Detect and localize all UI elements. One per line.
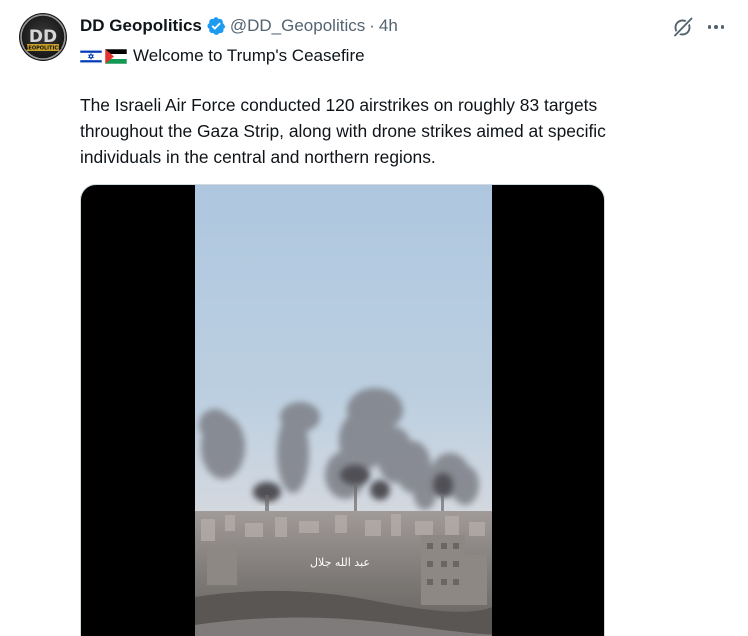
dd-geopolitics-logo-icon: DD GEOPOLITICS: [20, 14, 66, 60]
video-media[interactable]: عبد الله جلال: [80, 184, 605, 636]
video-watermark: عبد الله جلال: [310, 556, 370, 569]
avatar-logo-subtext: GEOPOLITICS: [24, 46, 62, 52]
verified-badge-icon[interactable]: [206, 16, 226, 36]
tweet-text-line: throughout the Gaza Strip, along with dr…: [80, 121, 606, 141]
tweet-text-line: The Israeli Air Force conducted 120 airs…: [80, 95, 598, 115]
israel-flag-icon: [80, 48, 102, 64]
more-icon[interactable]: [705, 16, 727, 38]
palestine-flag-icon: [105, 48, 127, 64]
airstrike-smoke-video-frame: عبد الله جلال: [195, 185, 492, 636]
handle[interactable]: @DD_Geopolitics: [230, 16, 365, 36]
timestamp[interactable]: 4h: [379, 16, 398, 36]
display-name[interactable]: DD Geopolitics: [80, 16, 202, 36]
video-frame[interactable]: عبد الله جلال: [195, 185, 492, 636]
subtitle-text: Welcome to Trump's Ceasefire: [133, 46, 365, 65]
separator-dot: ·: [369, 16, 375, 35]
grok-icon[interactable]: [672, 16, 694, 38]
tweet-subtitle: Welcome to Trump's Ceasefire: [80, 44, 365, 68]
tweet-header: DD Geopolitics @DD_Geopolitics · 4h: [80, 14, 398, 38]
tweet-text: The Israeli Air Force conducted 120 airs…: [80, 92, 680, 170]
tweet-text-line: individuals in the central and northern …: [80, 147, 436, 167]
tweet[interactable]: DD GEOPOLITICS DD Geopolitics @DD_Geopol…: [0, 0, 748, 636]
avatar[interactable]: DD GEOPOLITICS: [19, 13, 67, 61]
